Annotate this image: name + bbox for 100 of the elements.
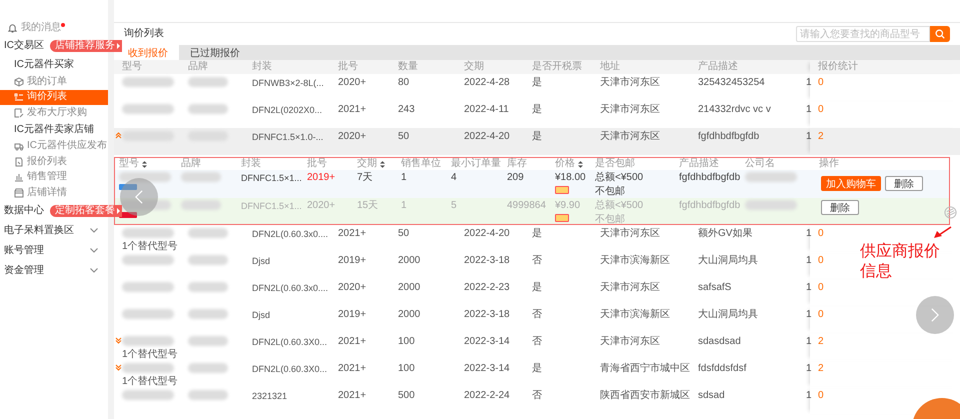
sidebar-item[interactable]: IC元器件供应发布 — [0, 138, 108, 154]
package-cell: DFNFC1.5×1... — [241, 201, 302, 211]
blurred-text — [122, 282, 174, 292]
column-header: 封装 — [240, 158, 262, 170]
messages-link[interactable]: 我的消息 — [21, 22, 61, 34]
alternates-link[interactable]: 1个替代型号 — [122, 349, 180, 361]
column-header: 交期 — [463, 61, 485, 73]
package-cell: DFNWB3×2-8L(... — [252, 78, 324, 88]
package-cell: DFN2L(0.60.3x0.... — [252, 229, 328, 239]
batch-cell: 2021+ — [338, 363, 366, 374]
annotation-arrow — [934, 226, 952, 240]
expand-chevron-icon[interactable] — [115, 337, 122, 344]
tab[interactable]: 已过期报价 — [179, 45, 251, 60]
batch-cell: 2021+ — [338, 228, 366, 239]
date-cell: 2022-4-20 — [464, 131, 510, 142]
blurred-text — [181, 200, 221, 210]
batch-cell: 2020+ — [338, 77, 366, 88]
batch-cell: 2020+ — [338, 131, 366, 142]
promo-tag[interactable]: 店铺推荐服务 — [50, 40, 122, 52]
batch-cell: 2021+ — [338, 390, 366, 401]
column-header: 产品描述 — [678, 158, 720, 170]
blurred-text — [122, 390, 174, 400]
invoice-cell: 否 — [532, 309, 542, 320]
address-cell: 天津市河东区 — [600, 104, 660, 115]
batch-cell: 2019+ — [338, 255, 366, 266]
quantity-cell: 100 — [398, 336, 415, 347]
quote-count-cell: 0 — [818, 77, 824, 88]
description-cell: sdasdsad — [698, 336, 741, 347]
sidebar-item[interactable]: 我的订单 — [0, 74, 108, 90]
blurred-text — [188, 282, 228, 292]
quantity-cell: 500 — [398, 390, 415, 401]
lead-time-cell: 15天 — [357, 200, 378, 211]
sidebar-menu[interactable]: 电子呆料置换区 — [0, 220, 108, 240]
sort-icon[interactable] — [578, 160, 583, 168]
alternates-link[interactable]: 1个替代型号 — [122, 241, 180, 253]
description-cell: fgfdhbdfbgfdb — [679, 200, 740, 211]
invoice-cell: 是 — [532, 228, 542, 239]
shop-icon — [14, 188, 24, 198]
sidebar-item[interactable]: 发布大厅求购 — [0, 105, 108, 120]
section-heading: 数据中心 — [4, 204, 44, 216]
column-header: 是否包邮 — [594, 158, 636, 170]
search-button[interactable] — [930, 26, 950, 42]
blurred-text — [122, 77, 174, 87]
column-header: 型号 — [121, 61, 143, 73]
description-cell: 325432453254 — [698, 77, 765, 88]
sidebar-menu[interactable]: 资金管理 — [0, 260, 108, 280]
delete-button[interactable]: 删除 — [885, 176, 923, 191]
sort-icon[interactable] — [380, 160, 385, 168]
section-heading: IC交易区 — [4, 40, 44, 52]
stock-cell: 4999864 — [507, 200, 546, 211]
blurred-text — [119, 200, 171, 210]
date-cell: 2022-2-23 — [464, 282, 510, 293]
sidebar-item[interactable]: 询价列表 — [0, 90, 108, 105]
quote-count-cell: 2 — [818, 336, 824, 347]
column-header: 型号 — [115, 158, 177, 170]
search-field[interactable]: 请输入您要查找的商品型号 — [796, 26, 930, 42]
min-order-cell: 4 — [451, 172, 457, 183]
expand-chevron-icon[interactable] — [115, 364, 122, 371]
shipping-rule-cell-text: 总额<¥500 — [595, 172, 644, 184]
table-cell: 1 — [806, 390, 812, 401]
description-cell: fgfdhbdfbgfdb — [679, 172, 740, 183]
add-to-cart-button[interactable]: 加入购物车 — [821, 176, 881, 191]
quote-count-cell: 0 — [818, 390, 824, 401]
batch-cell: 2019+ — [338, 309, 366, 320]
column-header: 批号 — [306, 158, 328, 170]
unit-cell: 1 — [401, 200, 407, 211]
invoice-cell: 否 — [532, 390, 542, 401]
quantity-cell: 243 — [398, 104, 415, 115]
blurred-text — [181, 172, 221, 182]
next-button[interactable] — [916, 296, 954, 334]
quote-count-cell: 0 — [818, 255, 824, 266]
promo-tag[interactable]: 定制拓客套餐 — [50, 204, 122, 216]
previous-button[interactable] — [120, 178, 158, 216]
column-header: 批号 — [337, 61, 359, 73]
description-cell: fgfdhbdfbgfdb — [698, 131, 760, 142]
sort-icon[interactable] — [142, 160, 147, 168]
column-header: 库存 — [506, 158, 528, 170]
truck-icon — [14, 141, 24, 152]
sidebar-item[interactable]: 店铺详情 — [0, 185, 108, 200]
quantity-cell: 2000 — [398, 309, 420, 320]
expand-chevron-icon[interactable] — [115, 132, 122, 139]
blurred-text — [122, 363, 174, 373]
table-cell: 1 — [806, 336, 812, 347]
package-cell: 2321321 — [252, 391, 288, 401]
quote-count-cell: 0 — [818, 228, 824, 239]
column-header: 是否开税票 — [531, 61, 583, 73]
tab[interactable]: 收到报价 — [114, 45, 179, 60]
blurred-text — [188, 228, 228, 238]
edit-icon — [14, 108, 24, 118]
sidebar-item[interactable]: 销售管理 — [0, 170, 108, 185]
alternates-link[interactable]: 1个替代型号 — [122, 376, 180, 388]
quantity-cell: 50 — [398, 131, 410, 142]
sidebar-menu[interactable]: 账号管理 — [0, 240, 108, 260]
column-header: 最小订单量 — [450, 158, 502, 170]
package-cell: Djsd — [252, 256, 270, 266]
blurred-text — [119, 172, 171, 182]
package-cell: Djsd — [252, 310, 270, 320]
sidebar-item[interactable]: 报价列表 — [0, 154, 108, 170]
group-heading: IC元器件买家 — [13, 58, 75, 72]
column-header: 产品描述 — [697, 61, 739, 73]
